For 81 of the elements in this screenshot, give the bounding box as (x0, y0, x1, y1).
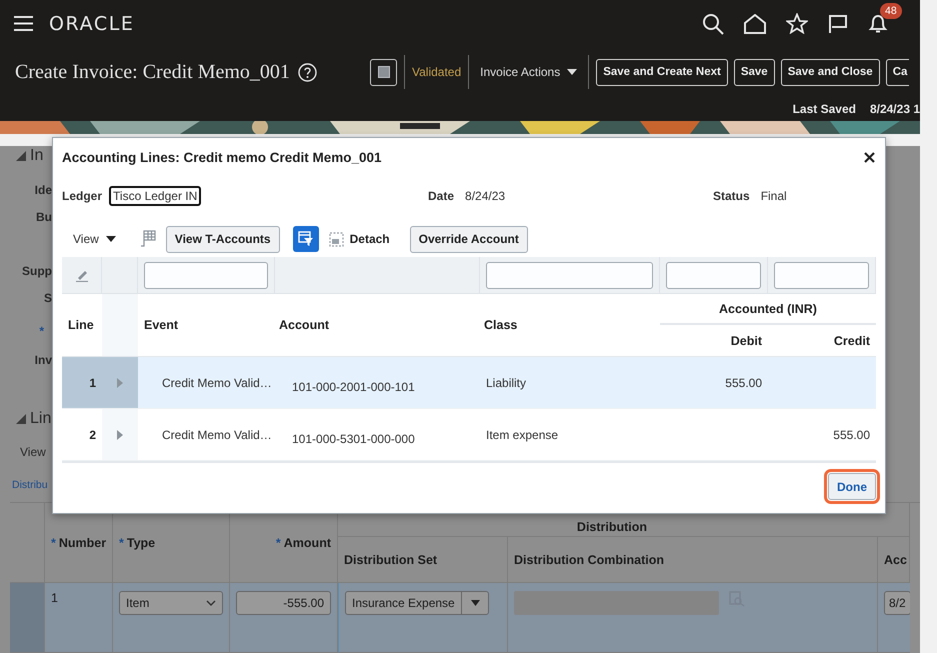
square-icon (378, 66, 390, 78)
invoice-actions-menu[interactable]: Invoice Actions (476, 65, 582, 79)
table-cell: Item expense (480, 409, 660, 461)
toolbar-button[interactable]: Override Account (410, 226, 528, 252)
bell-icon[interactable] (868, 12, 888, 34)
notification-badge: 48 (880, 2, 902, 18)
filter-toggle-button[interactable] (292, 226, 319, 252)
home-icon[interactable] (744, 14, 766, 34)
oracle-logo: ORACLE (49, 12, 135, 34)
table-cell: 101-000-2001-000-101 (275, 357, 480, 409)
line-number[interactable]: 1 (62, 357, 102, 409)
column-header: Credit (834, 334, 870, 348)
distribution-combination-field[interactable] (514, 591, 719, 615)
search-icon[interactable] (702, 12, 724, 34)
square-button[interactable] (370, 58, 397, 86)
field-label: S (44, 290, 52, 307)
collapse-triangle-icon (16, 151, 26, 161)
chevron-down-icon (206, 600, 216, 606)
toolbar-button[interactable]: Ca (886, 58, 910, 86)
field-label: Supp (22, 263, 52, 280)
section-heading: In (30, 146, 44, 166)
field-label: Ide (34, 182, 52, 199)
table-cell: 101-000-5301-000-000 (275, 409, 480, 461)
column-group-header: Accounted (INR) (719, 302, 817, 316)
filter-field[interactable] (486, 262, 653, 288)
required-mark: * (39, 323, 44, 340)
dialog-title: Accounting Lines: Credit memo Credit Memo_001 (62, 150, 382, 165)
table-cell: 1 (45, 583, 113, 653)
freeze-columns-icon[interactable] (140, 230, 156, 248)
column-header: Account (279, 318, 329, 332)
detach-button[interactable]: Detach (328, 232, 390, 246)
field-value: 8/24/23 (464, 188, 506, 205)
field-label: Inv (34, 352, 52, 369)
expand-triangle-icon[interactable] (117, 378, 123, 388)
flag-icon[interactable] (828, 14, 848, 34)
detach-icon (328, 232, 344, 246)
table-cell: Liability (480, 357, 660, 409)
table-cell: 555.00 (768, 409, 876, 461)
star-icon[interactable] (786, 13, 808, 34)
column-header: Debit (730, 334, 762, 348)
table-cell: Credit Memo Valid… (138, 409, 275, 461)
expand-triangle-icon[interactable] (117, 430, 123, 440)
page-title: Create Invoice: Credit Memo_001 (15, 60, 290, 84)
column-header: Event (144, 318, 178, 332)
section-heading: Lin (30, 409, 52, 429)
view-menu[interactable]: View (20, 445, 46, 459)
accounting-date-field[interactable]: 8/2 (884, 591, 910, 615)
status-label: Validated (412, 65, 462, 79)
toolbar-button[interactable]: Save (734, 58, 775, 86)
type-select[interactable]: Item (119, 591, 223, 615)
filter-field[interactable] (144, 262, 268, 288)
filter-field[interactable] (666, 262, 761, 288)
field-value: Final (760, 188, 788, 205)
distribution-set-select[interactable]: Insurance Expense (345, 591, 489, 615)
view-menu[interactable]: View (73, 232, 116, 246)
toolbar-button[interactable]: Save and Create Next (596, 58, 728, 86)
toolbar-button[interactable]: View T-Accounts (166, 226, 280, 252)
caret-icon (567, 69, 578, 75)
collapse-triangle-icon (16, 414, 26, 424)
field-label: Date (428, 189, 454, 203)
toolbar-button[interactable]: Save and Close (780, 58, 880, 86)
column-group-header: Distribution (576, 520, 648, 534)
edit-icon[interactable] (74, 268, 88, 282)
caret-icon (470, 600, 480, 606)
filter-field[interactable] (774, 262, 869, 288)
field-label: Bu (36, 209, 52, 226)
amount-field[interactable]: -555.00 (236, 591, 331, 615)
filter-icon (298, 231, 314, 247)
close-icon[interactable] (864, 152, 875, 163)
last-saved-value: 8/24/23 1 (870, 102, 920, 116)
field-label: Status (713, 189, 750, 203)
table-cell: 555.00 (660, 357, 768, 409)
help-icon[interactable] (298, 62, 317, 82)
table-cell: Credit Memo Valid… (138, 357, 275, 409)
column-header: Line (68, 318, 94, 332)
field-label: Ledger (62, 189, 102, 203)
column-header: Class (484, 318, 518, 332)
field-value: Tisco Ledger IN (109, 186, 202, 206)
last-saved-label: Last Saved (792, 102, 856, 116)
menu-icon[interactable] (14, 16, 33, 31)
caret-icon (106, 236, 116, 242)
